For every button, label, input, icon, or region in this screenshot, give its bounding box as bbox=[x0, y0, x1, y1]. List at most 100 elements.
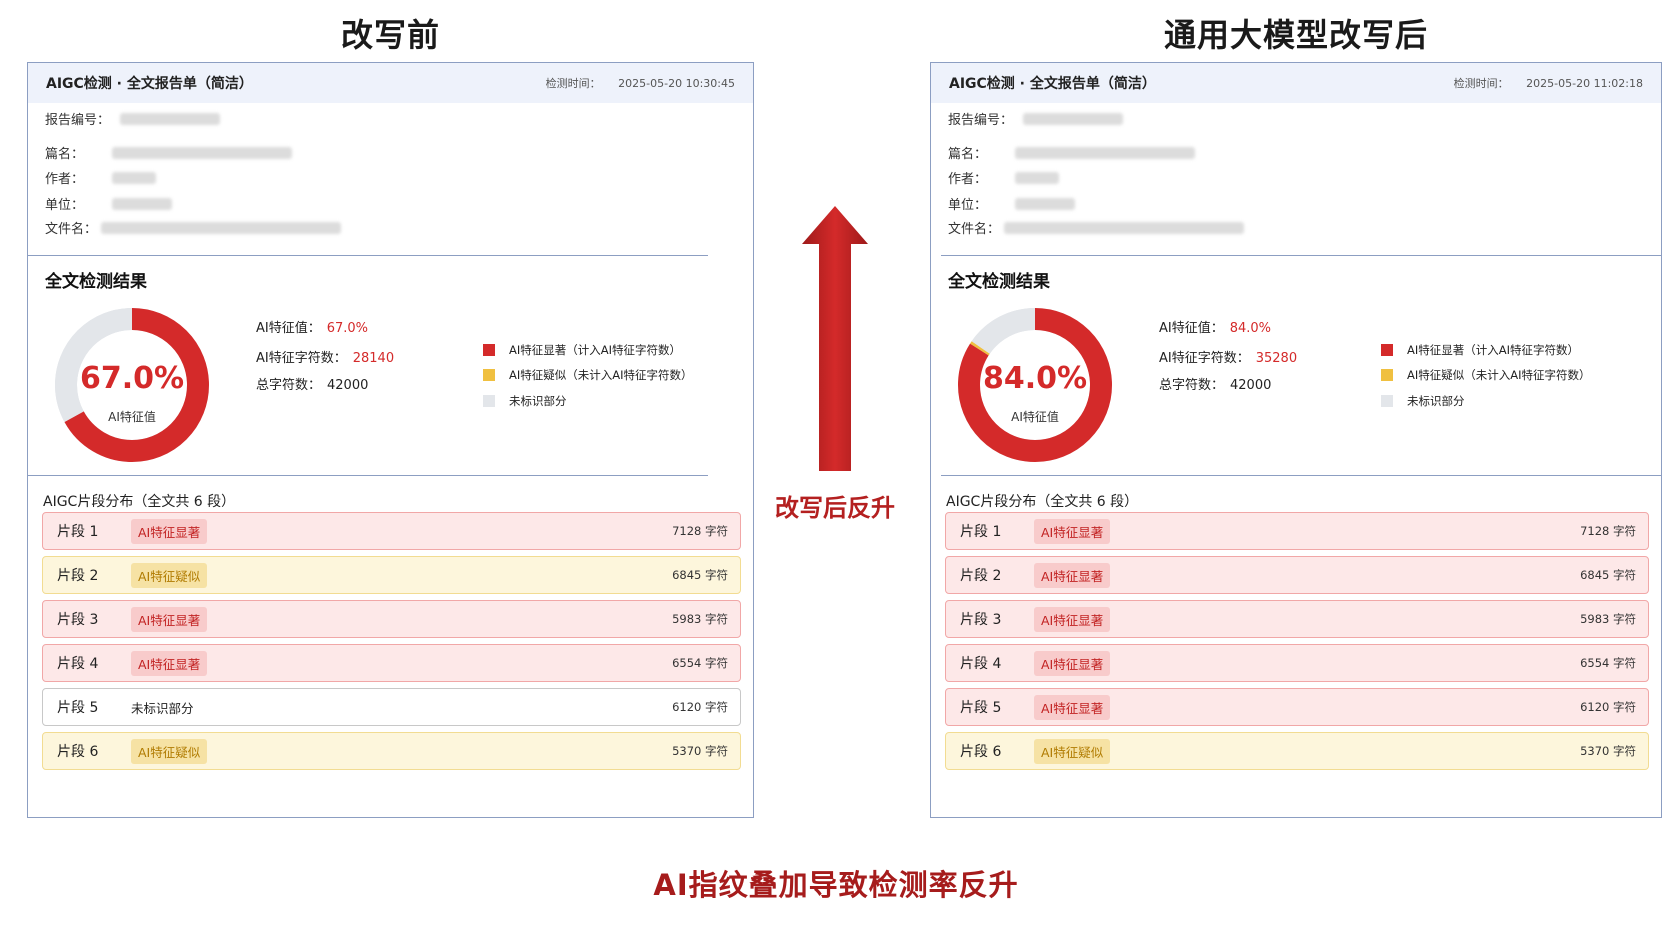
segment-tag: AI特征显著 bbox=[1034, 562, 1111, 588]
segment-tag: AI特征疑似 bbox=[131, 562, 208, 588]
segment-count: 6554 字符 bbox=[672, 656, 728, 670]
stat-ai-chars: AI特征字符数： 35280 bbox=[1159, 347, 1297, 366]
divider bbox=[941, 475, 1661, 476]
heading-before: 改写前 bbox=[340, 16, 440, 54]
segment-name: 片段 5 bbox=[960, 700, 1002, 716]
report-header: AIGC检测 · 全文报告单（简洁） 检测时间： 2025-05-20 10:3… bbox=[28, 63, 753, 103]
filename-label: 文件名： bbox=[948, 222, 1001, 237]
segment-count: 5983 字符 bbox=[672, 612, 728, 626]
redacted-value bbox=[1023, 112, 1124, 125]
segment-tag: AI特征疑似 bbox=[1034, 738, 1111, 764]
report-no-row: 报告编号： bbox=[948, 109, 1124, 128]
segment-name: 片段 6 bbox=[960, 744, 1002, 760]
segment-row[interactable]: 片段 4 AI特征显著 6554 字符 bbox=[945, 644, 1649, 682]
segment-row[interactable]: 片段 1 AI特征显著 7128 字符 bbox=[42, 512, 741, 550]
legend-swatch-gray bbox=[1381, 395, 1393, 407]
unit-row: 单位： bbox=[45, 194, 173, 213]
donut-percent: 84.0% bbox=[982, 361, 1088, 396]
segment-name: 片段 3 bbox=[57, 612, 99, 628]
legend-label: AI特征疑似（未计入AI特征字符数） bbox=[509, 368, 693, 382]
unit-label: 单位： bbox=[45, 198, 85, 213]
redacted-value bbox=[112, 146, 293, 159]
legend-label: AI特征疑似（未计入AI特征字符数） bbox=[1407, 368, 1591, 382]
segment-row[interactable]: 片段 5 未标识部分 6120 字符 bbox=[42, 688, 741, 726]
filename-row: 文件名： bbox=[948, 218, 1245, 237]
segment-tag: AI特征显著 bbox=[1034, 650, 1111, 676]
redacted-value bbox=[112, 171, 157, 184]
segment-row[interactable]: 片段 3 AI特征显著 5983 字符 bbox=[945, 600, 1649, 638]
legend-significant: AI特征显著（计入AI特征字符数） bbox=[483, 342, 681, 358]
segment-row[interactable]: 片段 2 AI特征显著 6845 字符 bbox=[945, 556, 1649, 594]
segment-count: 7128 字符 bbox=[1580, 524, 1636, 538]
segment-tag: AI特征显著 bbox=[131, 518, 208, 544]
segments-title: AIGC片段分布（全文共 6 段） bbox=[43, 494, 236, 510]
segment-row[interactable]: 片段 1 AI特征显著 7128 字符 bbox=[945, 512, 1649, 550]
report-no-label: 报告编号： bbox=[948, 113, 1014, 128]
legend-suspected: AI特征疑似（未计入AI特征字符数） bbox=[483, 367, 693, 383]
segments-title: AIGC片段分布（全文共 6 段） bbox=[946, 494, 1139, 510]
title-row: 篇名： bbox=[45, 143, 293, 162]
redacted-value bbox=[120, 112, 221, 125]
stat-value: 42000 bbox=[327, 378, 369, 393]
segment-row[interactable]: 片段 6 AI特征疑似 5370 字符 bbox=[42, 732, 741, 770]
title-label: 篇名： bbox=[948, 147, 988, 162]
donut-sub-label: AI特征值 bbox=[1011, 410, 1059, 424]
redacted-value bbox=[1015, 171, 1060, 184]
segment-name: 片段 2 bbox=[960, 568, 1002, 584]
time-value: 2025-05-20 11:02:18 bbox=[1526, 77, 1643, 90]
report-panel-after: AIGC检测 · 全文报告单（简洁） 检测时间： 2025-05-20 11:0… bbox=[930, 62, 1662, 818]
segment-tag: AI特征疑似 bbox=[131, 738, 208, 764]
redacted-value bbox=[112, 197, 173, 210]
stat-value: 84.0% bbox=[1229, 321, 1272, 336]
segment-row[interactable]: 片段 5 AI特征显著 6120 字符 bbox=[945, 688, 1649, 726]
report-panel-before: AIGC检测 · 全文报告单（简洁） 检测时间： 2025-05-20 10:3… bbox=[27, 62, 754, 818]
stat-ai-value: AI特征值： 67.0% bbox=[256, 317, 368, 336]
report-header: AIGC检测 · 全文报告单（简洁） 检测时间： 2025-05-20 11:0… bbox=[931, 63, 1661, 103]
segment-count: 6845 字符 bbox=[1580, 568, 1636, 582]
legend-swatch-yellow bbox=[1381, 369, 1393, 381]
stat-total-chars: 总字符数： 42000 bbox=[1159, 374, 1271, 393]
segment-row[interactable]: 片段 4 AI特征显著 6554 字符 bbox=[42, 644, 741, 682]
divider bbox=[941, 255, 1661, 256]
segment-row[interactable]: 片段 6 AI特征疑似 5370 字符 bbox=[945, 732, 1649, 770]
legend-label: AI特征显著（计入AI特征字符数） bbox=[1407, 343, 1580, 357]
segment-name: 片段 4 bbox=[960, 656, 1002, 672]
filename-label: 文件名： bbox=[45, 222, 98, 237]
redacted-value bbox=[1015, 197, 1076, 210]
stat-value: 28140 bbox=[352, 351, 395, 366]
time-label: 检测时间： bbox=[545, 77, 601, 90]
unit-label: 单位： bbox=[948, 198, 988, 213]
author-row: 作者： bbox=[45, 168, 157, 187]
legend-swatch-red bbox=[483, 344, 495, 356]
segment-count: 6120 字符 bbox=[1580, 700, 1636, 714]
report-title: AIGC检测 · 全文报告单（简洁） bbox=[46, 76, 253, 92]
stat-label: AI特征值： bbox=[1159, 321, 1224, 336]
legend-swatch-gray bbox=[483, 395, 495, 407]
segment-row[interactable]: 片段 3 AI特征显著 5983 字符 bbox=[42, 600, 741, 638]
filename-row: 文件名： bbox=[45, 218, 342, 237]
author-label: 作者： bbox=[948, 172, 988, 187]
segment-tag: AI特征显著 bbox=[1034, 518, 1111, 544]
time-value: 2025-05-20 10:30:45 bbox=[618, 77, 735, 90]
segment-name: 片段 1 bbox=[960, 524, 1002, 540]
legend-suspected: AI特征疑似（未计入AI特征字符数） bbox=[1381, 367, 1591, 383]
segment-count: 6120 字符 bbox=[672, 700, 728, 714]
segment-row[interactable]: 片段 2 AI特征疑似 6845 字符 bbox=[42, 556, 741, 594]
heading-after: 通用大模型改写后 bbox=[1163, 16, 1428, 54]
stat-value: 35280 bbox=[1255, 351, 1298, 366]
stat-ai-chars: AI特征字符数： 28140 bbox=[256, 347, 394, 366]
divider bbox=[28, 475, 708, 476]
bottom-caption: AI指纹叠加导致检测率反升 bbox=[653, 868, 1019, 902]
stat-total-chars: 总字符数： 42000 bbox=[256, 374, 368, 393]
segment-tag: 未标识部分 bbox=[131, 700, 194, 716]
stat-ai-value: AI特征值： 84.0% bbox=[1159, 317, 1271, 336]
segment-tag: AI特征显著 bbox=[131, 650, 208, 676]
legend-unmarked: 未标识部分 bbox=[1381, 393, 1465, 409]
author-row: 作者： bbox=[948, 168, 1060, 187]
segment-name: 片段 3 bbox=[960, 612, 1002, 628]
segment-tag: AI特征显著 bbox=[131, 606, 208, 632]
redacted-value bbox=[1004, 221, 1245, 234]
report-time: 检测时间： 2025-05-20 10:30:45 bbox=[546, 75, 735, 91]
report-time: 检测时间： 2025-05-20 11:02:18 bbox=[1454, 75, 1643, 91]
legend-label: 未标识部分 bbox=[509, 394, 567, 408]
